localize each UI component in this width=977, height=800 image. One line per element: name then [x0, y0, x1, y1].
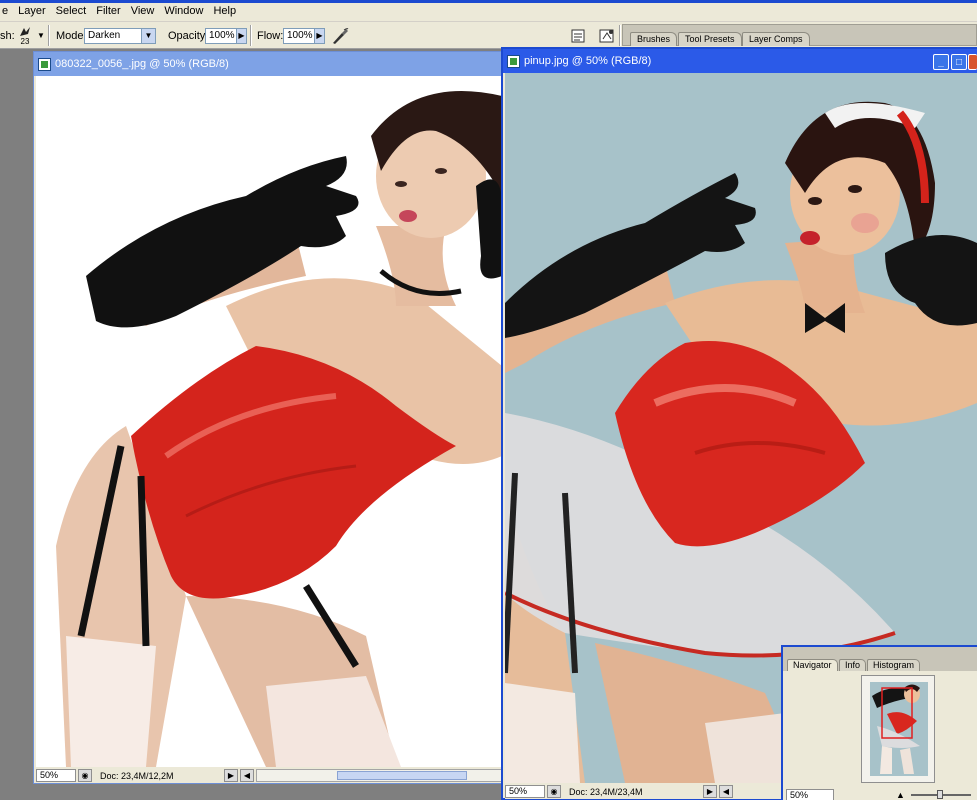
brush-tip-icon [20, 26, 30, 36]
opacity-field-wrap: 100% ▶ [205, 22, 247, 49]
menu-window[interactable]: Window [160, 0, 209, 22]
options-separator [48, 25, 50, 46]
chevron-down-icon: ▼ [141, 28, 155, 43]
mode-value: Darken [88, 30, 121, 41]
brush-size: 23 [20, 36, 30, 46]
maximize-button[interactable]: □ [951, 54, 967, 70]
scrollbar-thumb[interactable] [337, 771, 467, 780]
chevron-right-icon[interactable]: ▶ [314, 28, 324, 43]
tab-histogram[interactable]: Histogram [867, 659, 921, 671]
navigator-panel: Navigator Info Histogram 50% ▲ [781, 645, 977, 800]
status-menu-icon[interactable]: ◉ [547, 785, 561, 798]
flow-field-wrap: 100% ▶ [283, 22, 325, 49]
zoom-field[interactable]: 50% [505, 785, 545, 798]
mode-label: Mode: [56, 22, 87, 49]
airbrush-toggle[interactable] [330, 22, 350, 49]
menu-filter[interactable]: Filter [92, 0, 126, 22]
mode-select[interactable]: Darken ▼ [84, 27, 156, 44]
opacity-field[interactable]: 100% ▶ [205, 27, 247, 44]
tab-layer-comps[interactable]: Layer Comps [742, 32, 810, 46]
document-icon [38, 57, 51, 71]
brush-preset-picker[interactable]: 23 [18, 22, 32, 49]
mode-label-text: Mode: [56, 29, 87, 42]
status-menu-icon[interactable]: ◉ [78, 769, 92, 782]
tab-info[interactable]: Info [839, 659, 867, 671]
options-separator [619, 25, 621, 46]
tab-brushes[interactable]: Brushes [630, 32, 678, 46]
menu-layer[interactable]: Layer [14, 0, 52, 22]
opacity-value: 100% [209, 30, 235, 41]
document-size-info: Doc: 23,4M/23,4M [569, 786, 643, 797]
menu-edit[interactable]: e [0, 0, 14, 22]
navigator-preview [870, 682, 928, 776]
brush-label-text: sh: [0, 29, 15, 42]
file-browser-icon [571, 29, 585, 42]
flow-label-text: Flow: [257, 29, 284, 42]
navigator-footer: 50% ▲ [783, 788, 977, 800]
zoom-slider[interactable] [910, 790, 971, 799]
opacity-label: Opacity: [168, 22, 208, 49]
horizontal-scrollbar[interactable] [256, 769, 502, 782]
airbrush-icon [333, 27, 349, 44]
zoom-out-icon[interactable]: ▲ [896, 790, 905, 800]
document-size-info: Doc: 23,4M/12,2M [100, 770, 174, 781]
flow-value: 100% [287, 30, 313, 41]
status-arrow-right-icon[interactable]: ▶ [224, 769, 238, 782]
mode-select-wrap: Darken ▼ [84, 22, 156, 49]
flow-label: Flow: [257, 22, 283, 49]
document-window-left: 080322_0056_.jpg @ 50% (RGB/8) 50% ◉ Doc… [33, 51, 503, 784]
canvas-photo[interactable] [36, 76, 502, 767]
menu-view[interactable]: View [127, 0, 161, 22]
menu-select[interactable]: Select [52, 0, 93, 22]
opacity-label-text: Opacity: [168, 29, 209, 42]
zoom-field[interactable]: 50% [36, 769, 76, 782]
status-bar-left: 50% ◉ Doc: 23,4M/12,2M ▶ ◀ [36, 768, 502, 783]
scroll-left-icon[interactable]: ◀ [240, 769, 254, 782]
file-browser-button[interactable] [570, 22, 586, 49]
menu-bar: e Layer Select Filter View Window Help [0, 0, 977, 22]
navigator-thumbnail[interactable] [861, 675, 935, 783]
document-title-bar[interactable]: pinup.jpg @ 50% (RGB/8) [503, 49, 977, 73]
brush-dropdown-arrow-icon[interactable]: ▼ [37, 22, 45, 49]
zoom-slider-handle[interactable] [936, 790, 943, 799]
navigator-zoom-field[interactable]: 50% [786, 789, 834, 800]
status-bar-right: 50% ◉ Doc: 23,4M/23,4M ▶ ◀ [505, 784, 783, 799]
flow-field[interactable]: 100% ▶ [283, 27, 325, 44]
jump-to-imageready-icon [599, 29, 614, 42]
scroll-left-icon[interactable]: ◀ [719, 785, 733, 798]
chevron-right-icon[interactable]: ▶ [236, 28, 246, 43]
close-button[interactable] [968, 54, 977, 70]
document-title-bar[interactable]: 080322_0056_.jpg @ 50% (RGB/8) [34, 52, 502, 76]
menu-help[interactable]: Help [209, 0, 242, 22]
status-arrow-right-icon[interactable]: ▶ [703, 785, 717, 798]
tab-tool-presets[interactable]: Tool Presets [678, 32, 742, 46]
document-icon [507, 54, 520, 68]
photo-artwork [56, 91, 502, 767]
document-title: pinup.jpg @ 50% (RGB/8) [524, 55, 652, 67]
tab-navigator[interactable]: Navigator [787, 659, 838, 671]
window-top-strip [0, 0, 977, 3]
image-ready-button[interactable] [598, 22, 616, 49]
brush-label: sh: [0, 22, 15, 49]
options-separator [250, 25, 252, 46]
document-title: 080322_0056_.jpg @ 50% (RGB/8) [55, 58, 229, 70]
minimize-button[interactable]: _ [933, 54, 949, 70]
